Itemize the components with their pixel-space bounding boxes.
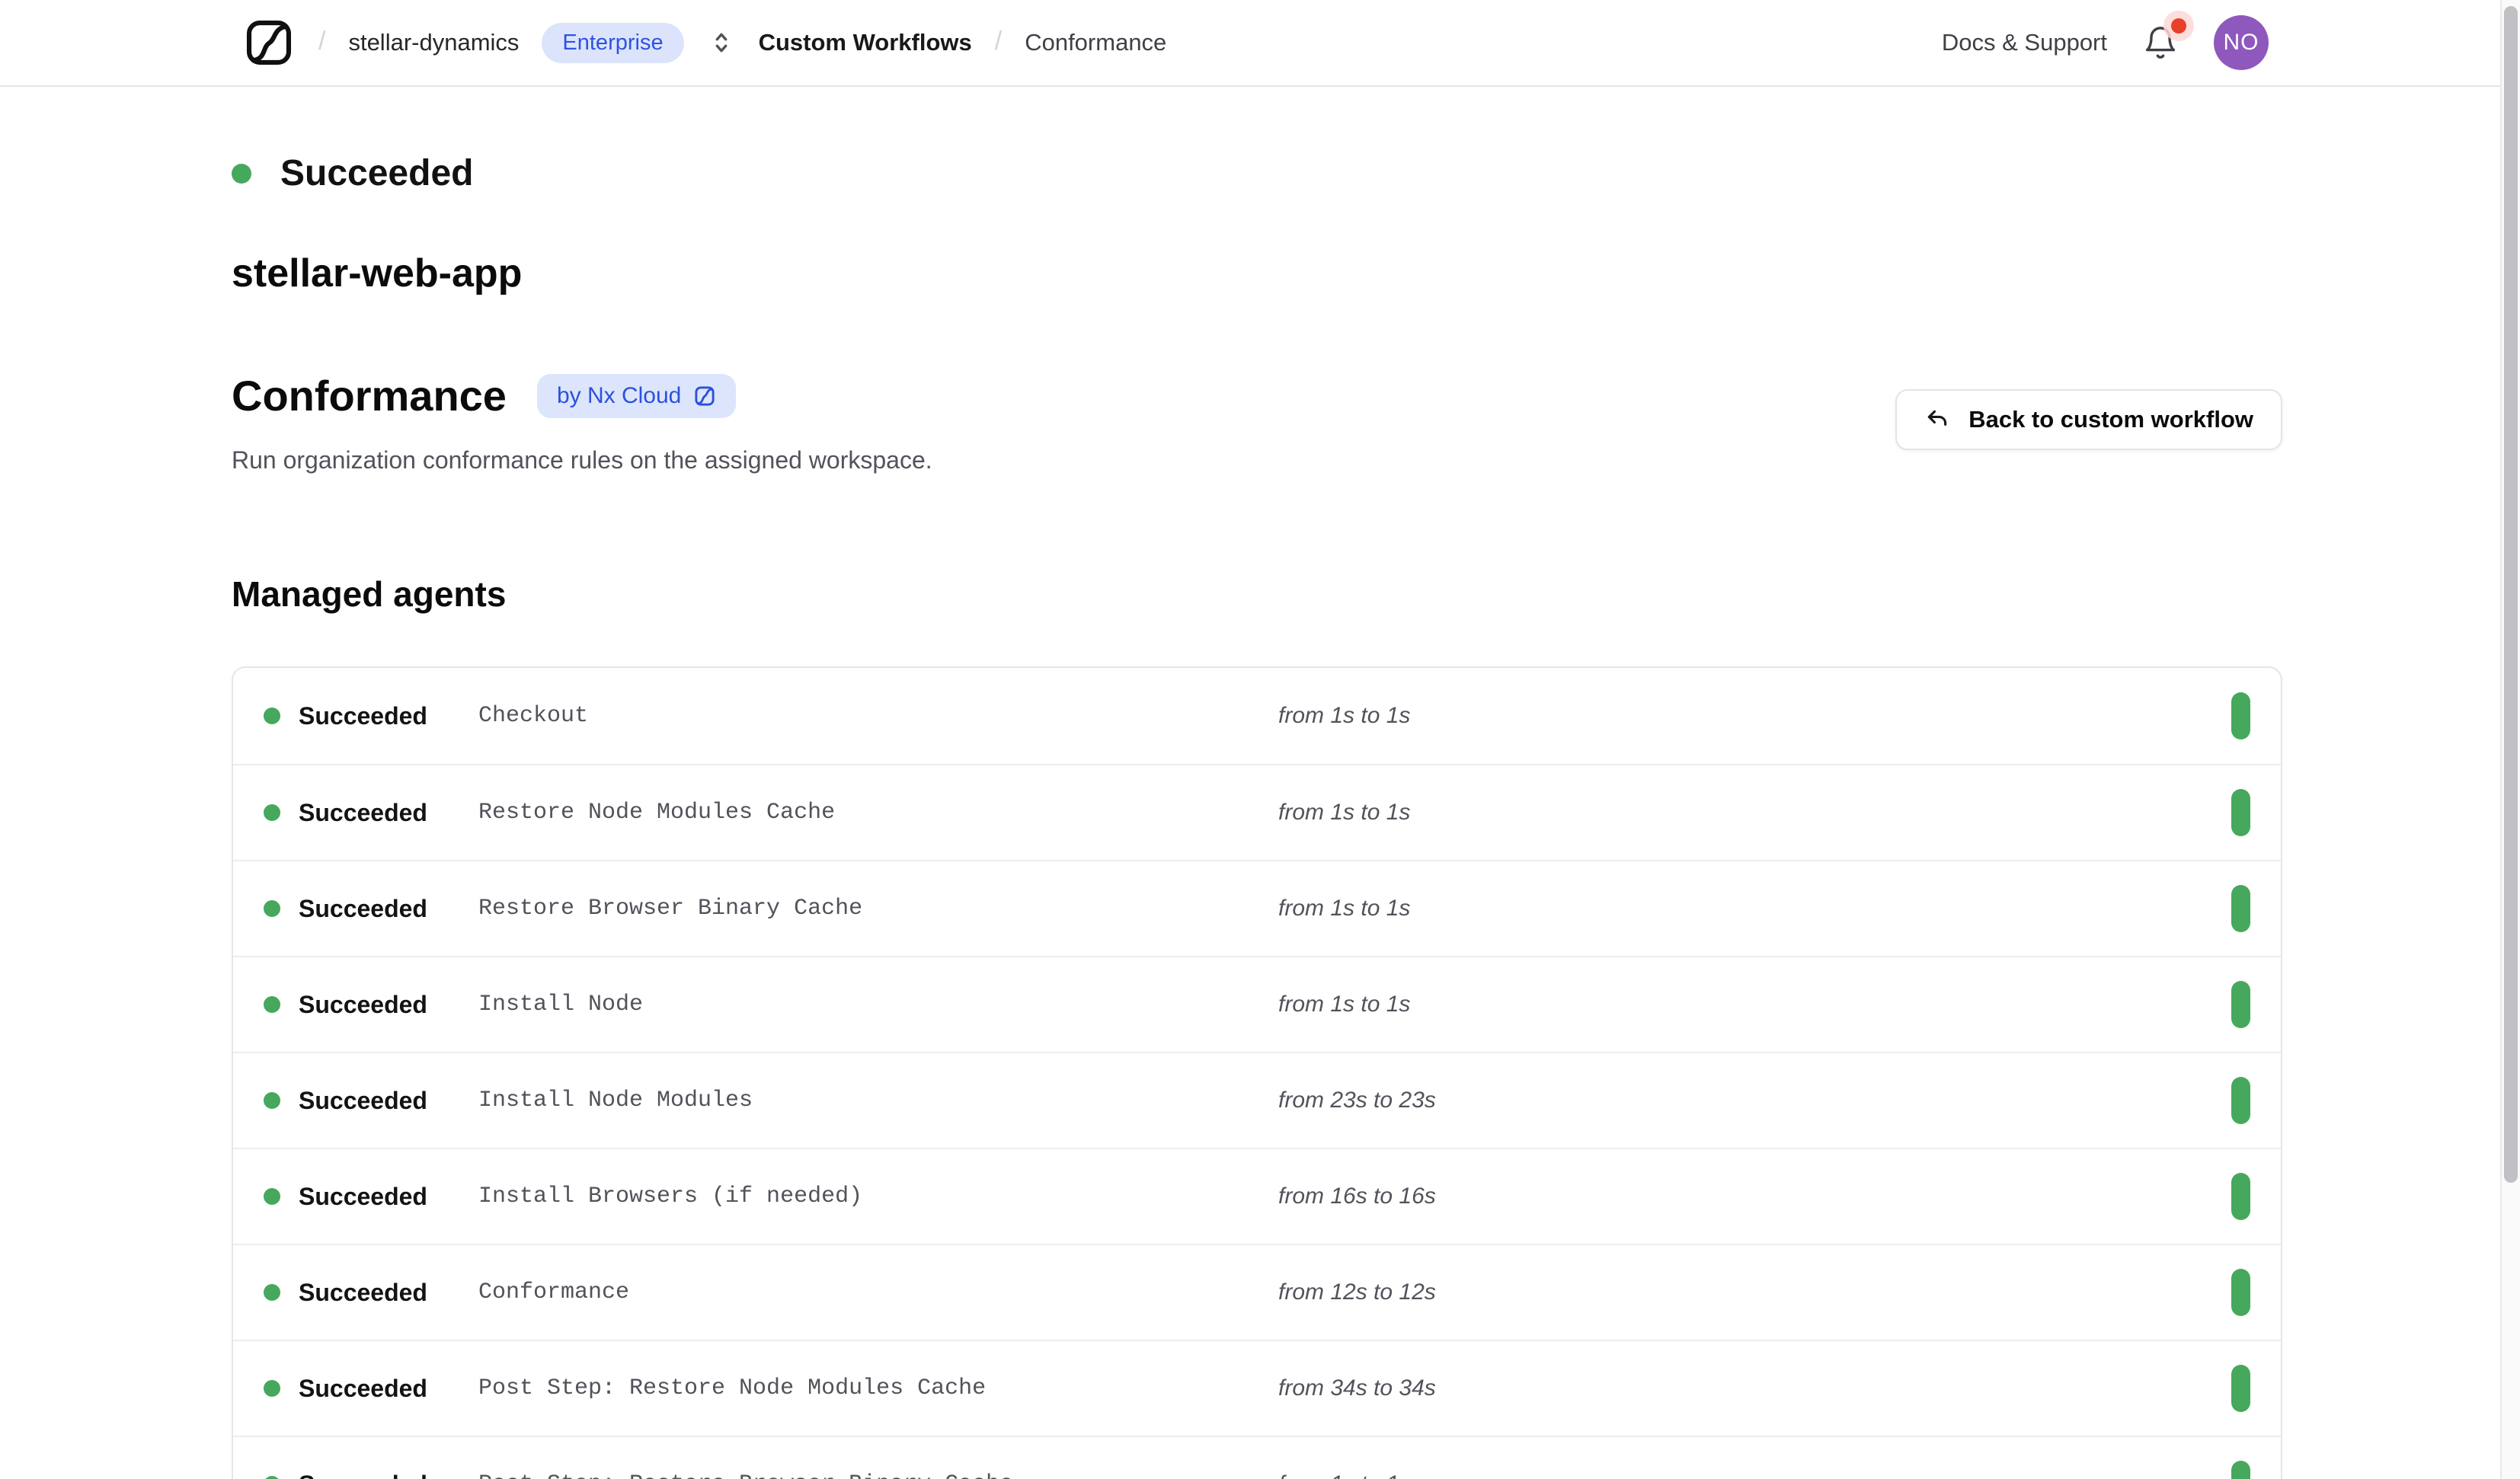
- success-dot-icon: [264, 1092, 280, 1109]
- step-name: Restore Browser Binary Cache: [478, 896, 1278, 922]
- by-nx-cloud-badge[interactable]: by Nx Cloud: [537, 374, 736, 418]
- step-duration: from 34s to 34s: [1278, 1375, 2231, 1401]
- breadcrumb-org[interactable]: stellar-dynamics: [348, 29, 519, 56]
- workflow-title: Conformance: [232, 371, 507, 420]
- step-status-label: Succeeded: [299, 991, 478, 1019]
- notification-dot: [2171, 18, 2186, 34]
- step-timeline-bar: [2231, 885, 2250, 932]
- success-dot-icon: [264, 900, 280, 917]
- step-timeline-bar: [2231, 1173, 2250, 1220]
- success-dot-icon: [264, 1284, 280, 1301]
- step-timeline-bar: [2231, 1269, 2250, 1316]
- step-duration: from 16s to 16s: [1278, 1184, 2231, 1209]
- step-status-label: Succeeded: [299, 1375, 478, 1403]
- success-dot-icon: [232, 164, 251, 184]
- step-name: Restore Node Modules Cache: [478, 800, 1278, 826]
- step-row[interactable]: Succeeded Install Node Modules from 23s …: [233, 1052, 2281, 1148]
- scrollbar-thumb[interactable]: [2504, 6, 2518, 1183]
- step-name: Checkout: [478, 703, 1278, 729]
- by-nx-cloud-label: by Nx Cloud: [557, 383, 681, 409]
- run-status: Succeeded: [232, 152, 2520, 194]
- step-row[interactable]: Succeeded Checkout from 1s to 1s: [233, 668, 2281, 764]
- step-status-label: Succeeded: [299, 1183, 478, 1211]
- breadcrumb-section[interactable]: Custom Workflows: [759, 29, 972, 56]
- breadcrumb: / stellar-dynamics Enterprise Custom Wor…: [242, 16, 1166, 69]
- main-content: Succeeded stellar-web-app Conformance by…: [0, 152, 2520, 1479]
- step-name: Post Step: Restore Browser Binary Cache: [478, 1471, 1278, 1479]
- docs-support-link[interactable]: Docs & Support: [1942, 29, 2107, 56]
- step-duration: from 1s to 1s: [1278, 800, 2231, 826]
- breadcrumb-separator: /: [995, 27, 1002, 56]
- step-timeline-bar: [2231, 1077, 2250, 1124]
- breadcrumb-page: Conformance: [1025, 29, 1166, 56]
- notifications-button[interactable]: [2142, 24, 2179, 61]
- undo-arrow-icon: [1924, 407, 1950, 433]
- step-status-label: Succeeded: [299, 1087, 478, 1115]
- app-name: stellar-web-app: [232, 251, 2520, 296]
- step-status-label: Succeeded: [299, 799, 478, 827]
- step-name: Post Step: Restore Node Modules Cache: [478, 1375, 1278, 1401]
- step-status-label: Succeeded: [299, 1471, 478, 1479]
- enterprise-badge: Enterprise: [542, 23, 683, 63]
- managed-agents-heading: Managed agents: [232, 573, 2520, 615]
- step-duration: from 1s to 1s: [1278, 992, 2231, 1017]
- success-dot-icon: [264, 804, 280, 821]
- workspace-switcher-icon[interactable]: [707, 28, 736, 57]
- step-timeline-bar: [2231, 981, 2250, 1028]
- step-row[interactable]: Succeeded Conformance from 12s to 12s: [233, 1244, 2281, 1340]
- success-dot-icon: [264, 708, 280, 724]
- success-dot-icon: [264, 1380, 280, 1397]
- workflow-header: Conformance by Nx Cloud Back to custom w…: [232, 371, 2282, 474]
- step-timeline-bar: [2231, 1365, 2250, 1412]
- step-timeline-bar: [2231, 1461, 2250, 1479]
- managed-agents-list: Succeeded Checkout from 1s to 1s Succeed…: [232, 666, 2282, 1479]
- top-nav: / stellar-dynamics Enterprise Custom Wor…: [0, 0, 2520, 87]
- workflow-description: Run organization conformance rules on th…: [232, 446, 2282, 474]
- step-row[interactable]: Succeeded Post Step: Restore Browser Bin…: [233, 1436, 2281, 1479]
- step-status-label: Succeeded: [299, 702, 478, 730]
- step-status-label: Succeeded: [299, 1279, 478, 1307]
- step-status-label: Succeeded: [299, 895, 478, 923]
- step-row[interactable]: Succeeded Install Browsers (if needed) f…: [233, 1148, 2281, 1244]
- back-to-custom-workflow-button[interactable]: Back to custom workflow: [1895, 389, 2282, 450]
- step-duration: from 1s to 1s: [1278, 1471, 2231, 1479]
- nx-cloud-link-icon: [693, 385, 716, 407]
- nx-cloud-logo-icon[interactable]: [242, 16, 296, 69]
- run-status-label: Succeeded: [280, 152, 473, 194]
- step-duration: from 1s to 1s: [1278, 703, 2231, 729]
- success-dot-icon: [264, 1188, 280, 1205]
- step-row[interactable]: Succeeded Install Node from 1s to 1s: [233, 956, 2281, 1052]
- step-duration: from 1s to 1s: [1278, 896, 2231, 922]
- vertical-scrollbar[interactable]: [2500, 0, 2520, 1479]
- step-name: Install Browsers (if needed): [478, 1184, 1278, 1209]
- step-row[interactable]: Succeeded Restore Node Modules Cache fro…: [233, 764, 2281, 860]
- back-button-label: Back to custom workflow: [1968, 406, 2253, 433]
- nav-actions: Docs & Support NO: [1942, 15, 2269, 70]
- step-duration: from 12s to 12s: [1278, 1279, 2231, 1305]
- success-dot-icon: [264, 1476, 280, 1479]
- step-timeline-bar: [2231, 692, 2250, 740]
- step-timeline-bar: [2231, 789, 2250, 836]
- step-row[interactable]: Succeeded Restore Browser Binary Cache f…: [233, 860, 2281, 956]
- avatar[interactable]: NO: [2214, 15, 2269, 70]
- breadcrumb-separator: /: [318, 27, 325, 56]
- step-row[interactable]: Succeeded Post Step: Restore Node Module…: [233, 1340, 2281, 1436]
- step-name: Conformance: [478, 1279, 1278, 1305]
- success-dot-icon: [264, 996, 280, 1013]
- step-name: Install Node: [478, 992, 1278, 1017]
- step-duration: from 23s to 23s: [1278, 1088, 2231, 1113]
- step-name: Install Node Modules: [478, 1088, 1278, 1113]
